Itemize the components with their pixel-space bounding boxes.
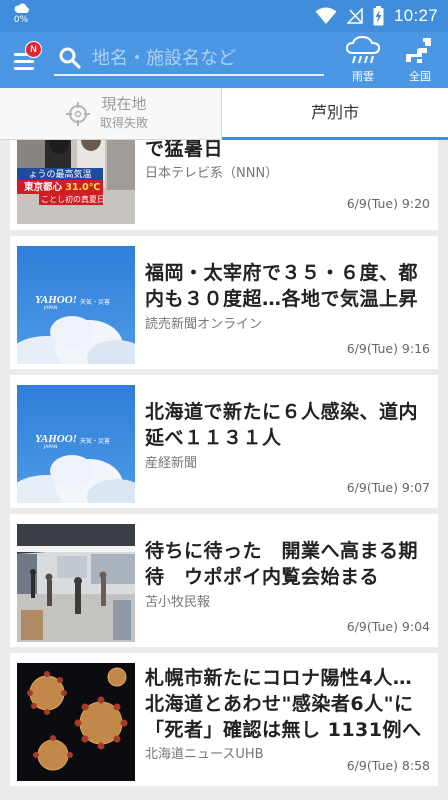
weather-cloud-icon [14, 3, 29, 13]
news-text: 札幌市新たにコロナ陽性4人… 北海道とあわせ"感染者6人"に 「死者」確認は無し… [145, 665, 432, 765]
news-list[interactable]: ょうの最高気温 東京都心 31.0℃ ことし初の真夏日 で猛暑日 日本テレビ系（… [0, 140, 448, 800]
news-thumbnail-museum [17, 524, 135, 642]
news-thumbnail-virus [17, 663, 135, 781]
nationwide-button[interactable]: 全国 [398, 36, 442, 84]
location-target-icon [66, 102, 90, 126]
news-headline-line: 待ちに待った 開業へ高まる期 [145, 540, 419, 562]
notification-badge: N [25, 41, 42, 58]
news-headline: で猛暑日 [145, 140, 224, 160]
news-headline-line: 北海道とあわせ"感染者6人"に [145, 693, 414, 715]
news-text: 福岡・太宰府で３５・６度、都 内も３０度超…各地で気温上昇 読売新聞オンライン [145, 260, 432, 335]
nationwide-label: 全国 [409, 70, 431, 83]
search-icon [59, 47, 81, 69]
status-bar: 0% 10:27 [0, 0, 448, 32]
news-text: 北海道で新たに６人感染、道内 延べ１１３１人 産経新聞 [145, 399, 432, 474]
no-signal-icon [346, 7, 363, 24]
news-date: 6/9(Tue) 9:16 [346, 341, 430, 356]
wifi-icon [315, 7, 337, 24]
news-item[interactable]: ょうの最高気温 東京都心 31.0℃ ことし初の真夏日 で猛暑日 日本テレビ系（… [10, 140, 438, 230]
rain-cloud-icon [345, 35, 381, 64]
current-location-title: 現在地 [101, 95, 147, 113]
news-headline-line: 北海道で新たに６人感染、道内 [145, 401, 419, 423]
news-source: 日本テレビ系（NNN） [145, 166, 279, 181]
tab-city[interactable]: 芦別市 [222, 88, 448, 140]
news-headline-line: 「死者」確認は無し 1131例へ [145, 719, 422, 741]
menu-button[interactable]: N [10, 41, 42, 74]
thumbnail-tag: 天気・災害 [80, 438, 111, 445]
tab-current-location[interactable]: 現在地 取得失敗 [0, 88, 222, 140]
current-location-status: 取得失敗 [100, 116, 149, 130]
thumbnail-logo-sub: JAPAN [44, 306, 58, 311]
news-headline-line: 延べ１１３１人 [145, 427, 282, 449]
news-headline-line: 内も３０度超…各地で気温上昇 [145, 288, 419, 310]
news-source: 読売新聞オンライン [145, 317, 263, 332]
news-item[interactable]: YAHOO! 天気・災害 JAPAN 北海道で新たに６人感染、道内 延べ１１３１… [10, 375, 438, 508]
current-location-text: 現在地 取得失敗 [100, 94, 148, 132]
thumbnail-logo-sub: JAPAN [44, 445, 58, 450]
news-date: 6/9(Tue) 9:07 [346, 480, 430, 495]
news-source: 苫小牧民報 [145, 595, 211, 610]
battery-charging-icon [373, 6, 384, 26]
location-tabs: 現在地 取得失敗 芦別市 [0, 88, 448, 140]
news-headline-line: 待 ウポポイ内覧会始まる [145, 566, 380, 588]
news-text: で猛暑日 日本テレビ系（NNN） [145, 140, 432, 184]
thumbnail-subcaption: ことし初の真夏日 [41, 195, 105, 204]
search-input[interactable] [92, 44, 317, 72]
thumbnail-tag: 天気・災害 [80, 299, 111, 306]
thumbnail-logo: YAHOO! [35, 294, 77, 306]
news-date: 6/9(Tue) 8:58 [346, 758, 430, 773]
news-date: 6/9(Tue) 9:04 [346, 619, 430, 634]
rain-cloud-label: 雨雲 [352, 70, 374, 83]
clock: 10:27 [393, 6, 438, 25]
news-source: 産経新聞 [145, 456, 198, 471]
battery-percent: 0% [13, 15, 29, 25]
app-bar: N 雨雲 全国 [0, 32, 448, 88]
news-text: 待ちに待った 開業へ高まる期 待 ウポポイ内覧会始まる 苫小牧民報 [145, 538, 432, 613]
news-item[interactable]: YAHOO! 天気・災害 JAPAN 福岡・太宰府で３５・６度、都 内も３０度超… [10, 236, 438, 369]
news-item[interactable]: 待ちに待った 開業へ高まる期 待 ウポポイ内覧会始まる 苫小牧民報 6/9(Tu… [10, 514, 438, 647]
news-headline-line: 札幌市新たにコロナ陽性4人… [145, 667, 413, 689]
thumbnail-logo: YAHOO! [35, 433, 77, 445]
thumbnail-caption: ょうの最高気温 [28, 170, 92, 180]
news-date: 6/9(Tue) 9:20 [346, 196, 430, 211]
search-bar[interactable] [54, 42, 324, 76]
news-item[interactable]: 札幌市新たにコロナ陽性4人… 北海道とあわせ"感染者6人"に 「死者」確認は無し… [10, 653, 438, 786]
news-headline-line: 福岡・太宰府で３５・６度、都 [145, 262, 419, 284]
japan-map-icon [406, 38, 431, 63]
rain-cloud-button[interactable]: 雨雲 [340, 35, 386, 84]
weather-status: 0% [10, 3, 32, 25]
tab-city-label: 芦別市 [310, 103, 359, 122]
status-icons: 10:27 [315, 0, 438, 32]
thumbnail-city: 東京都心 31.0℃ [24, 182, 101, 193]
